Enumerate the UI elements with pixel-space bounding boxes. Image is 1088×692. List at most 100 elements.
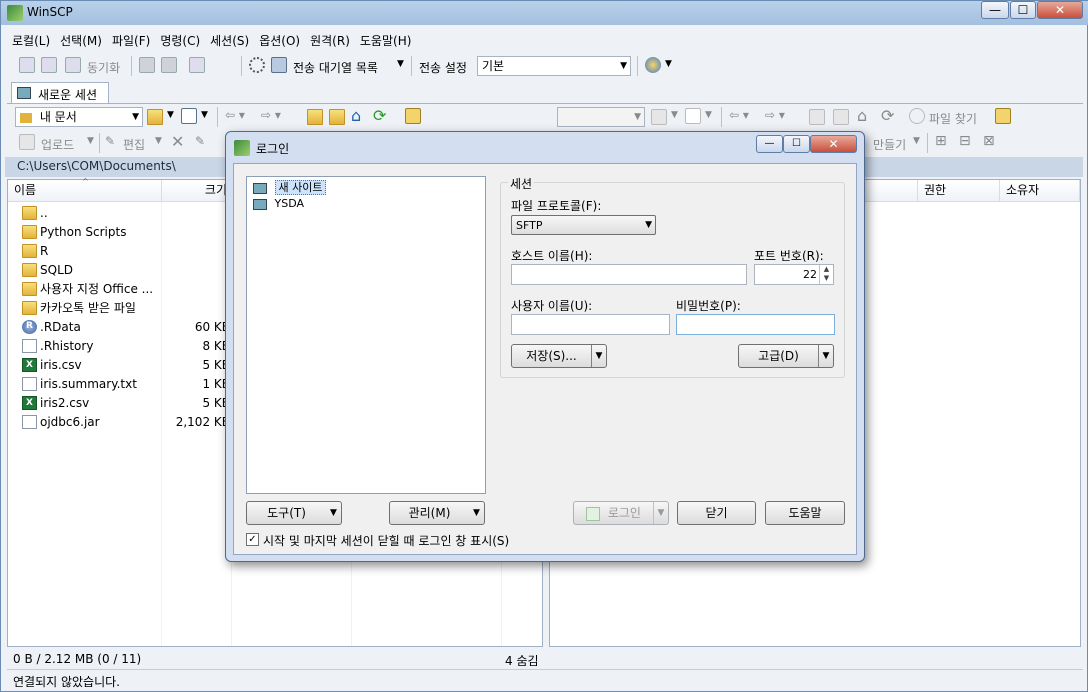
forward-arrow-icon[interactable]: ⇨ ▾ [765, 108, 785, 122]
menu-select[interactable]: 선택(M) [55, 31, 107, 50]
close-dialog-button[interactable]: 닫기 [677, 501, 756, 525]
close-button[interactable]: ✕ [810, 135, 857, 153]
menu-local[interactable]: 로컬(L) [7, 31, 55, 50]
show-on-startup-checkbox[interactable]: ✓ [246, 533, 259, 546]
home-icon[interactable]: ⌂ [857, 106, 867, 125]
delete-icon[interactable]: ✕ [171, 132, 184, 151]
local-hidden-count[interactable]: 4 숨김 [505, 652, 539, 669]
chevron-down-icon[interactable]: ▼ [818, 345, 833, 367]
putty-icon[interactable] [161, 57, 177, 73]
chevron-down-icon[interactable]: ▼ [167, 110, 174, 120]
home-icon[interactable]: ⌂ [351, 106, 361, 125]
password-input[interactable] [676, 314, 835, 335]
login-button[interactable]: 로그인 ▼ [573, 501, 669, 525]
refresh-icon[interactable]: ⟳ [881, 106, 894, 125]
queue-list-button[interactable]: 전송 대기열 목록 [293, 59, 378, 76]
port-spinner[interactable]: ▲ ▼ [819, 265, 833, 284]
synchronize-icon[interactable] [65, 57, 81, 73]
chevron-down-icon[interactable]: ▼ [201, 110, 208, 120]
chevron-down-icon[interactable]: ▼ [665, 59, 672, 69]
host-input[interactable] [511, 264, 747, 285]
chevron-down-icon[interactable]: ▼ [705, 110, 712, 120]
local-location-value: 내 문서 [39, 110, 77, 124]
forward-arrow-icon[interactable]: ⇨ ▾ [261, 108, 281, 122]
refresh-icon[interactable]: ⟳ [373, 106, 386, 125]
filter-select-icon[interactable]: ⊠ [983, 133, 995, 149]
keep-up-to-date-icon[interactable] [189, 57, 205, 73]
tree-icon[interactable] [995, 108, 1011, 124]
user-input[interactable] [511, 314, 670, 335]
maximize-button[interactable]: ☐ [783, 135, 810, 153]
manage-button[interactable]: 관리(M) ▼ [389, 501, 485, 525]
gear-icon[interactable] [249, 57, 265, 73]
column-owner[interactable]: 소유자 [1000, 180, 1080, 202]
sync-browse-icon[interactable] [41, 57, 57, 73]
toolbar-separator [637, 56, 638, 76]
edit-button[interactable]: 편집 [123, 136, 145, 153]
help-button[interactable]: 도움말 [765, 501, 845, 525]
close-button[interactable]: ✕ [1037, 1, 1083, 19]
minimize-button[interactable]: — [756, 135, 783, 153]
chevron-down-icon[interactable]: ▼ [469, 502, 484, 524]
menu-file[interactable]: 파일(F) [107, 31, 155, 50]
tab-new-session[interactable]: 새로운 세션 [11, 82, 109, 104]
rename-icon[interactable]: ✎ [195, 134, 205, 148]
chevron-down-icon[interactable]: ▼ [326, 502, 341, 524]
parent-dir-icon[interactable] [307, 109, 323, 125]
chevron-down-icon[interactable]: ▼ [155, 136, 162, 146]
chevron-down-icon[interactable]: ▼ [913, 136, 920, 146]
advanced-button[interactable]: 고급(D) ▼ [738, 344, 834, 368]
transfer-settings-select[interactable]: 기본 ▼ [477, 56, 631, 76]
maximize-button[interactable]: ☐ [1010, 1, 1036, 19]
menu-help[interactable]: 도움말(H) [355, 31, 417, 50]
chevron-down-icon[interactable]: ▼ [87, 136, 94, 146]
save-button[interactable]: 저장(S)... ▼ [511, 344, 607, 368]
open-folder-icon[interactable] [651, 109, 667, 125]
local-location-select[interactable]: 내 문서 ▼ [15, 107, 143, 127]
menu-options[interactable]: 옵션(O) [254, 31, 305, 50]
find-files-icon[interactable] [909, 108, 925, 124]
file-name: iris.summary.txt [40, 377, 137, 391]
root-dir-icon[interactable] [329, 109, 345, 125]
filter-icon[interactable] [685, 108, 701, 124]
session-group-title: 세션 [508, 175, 535, 192]
protocol-select[interactable]: SFTP ▼ [511, 215, 656, 235]
chevron-down-icon[interactable]: ▼ [591, 345, 606, 367]
find-files-button[interactable]: 파일 찾기 [929, 110, 977, 127]
parent-dir-icon[interactable] [809, 109, 825, 125]
console-icon[interactable] [139, 57, 155, 73]
synchronize-label[interactable]: 동기화 [87, 59, 120, 76]
site-tree[interactable]: 새 사이트 YSDA [246, 176, 486, 494]
select-all-icon[interactable]: ⊞ [935, 133, 947, 149]
deselect-icon[interactable]: ⊟ [959, 133, 971, 149]
tree-icon[interactable] [405, 108, 421, 124]
queue-icon[interactable] [271, 57, 287, 73]
root-dir-icon[interactable] [833, 109, 849, 125]
chevron-down-icon[interactable]: ▼ [397, 59, 404, 69]
tools-button[interactable]: 도구(T) ▼ [246, 501, 342, 525]
login-dialog: 로그인 — ☐ ✕ 새 사이트 YSDA 세션 파일 프로토콜(F): SFTP… [225, 131, 865, 562]
back-arrow-icon[interactable]: ⇦ ▾ [225, 108, 245, 122]
menu-session[interactable]: 세션(S) [205, 31, 254, 50]
minimize-button[interactable]: — [981, 1, 1009, 19]
site-item-ysda[interactable]: YSDA [253, 196, 304, 212]
column-size[interactable]: 크기 [162, 180, 232, 202]
open-folder-icon[interactable] [147, 109, 163, 125]
compare-dirs-icon[interactable] [19, 57, 35, 73]
chevron-down-icon[interactable]: ▼ [671, 110, 678, 120]
new-button[interactable]: 만들기 [873, 136, 906, 153]
edit-icon[interactable]: ✎ [105, 134, 115, 148]
menu-command[interactable]: 명령(C) [155, 31, 205, 50]
preferences-icon[interactable] [645, 57, 661, 73]
menu-remote[interactable]: 원격(R) [305, 31, 355, 50]
remote-location-select[interactable]: ▼ [557, 107, 645, 127]
back-arrow-icon[interactable]: ⇦ ▾ [729, 108, 749, 122]
site-item-new[interactable]: 새 사이트 [253, 180, 327, 196]
upload-icon[interactable] [19, 134, 35, 150]
upload-button[interactable]: 업로드 [41, 136, 74, 153]
column-permissions[interactable]: 권한 [918, 180, 1000, 202]
filter-icon[interactable] [181, 108, 197, 124]
show-on-startup-label[interactable]: 시작 및 마지막 세션이 닫힐 때 로그인 창 표시(S) [263, 532, 509, 549]
local-path[interactable]: C:\Users\COM\Documents\ [17, 159, 176, 173]
chevron-down-icon[interactable]: ▼ [653, 502, 668, 524]
